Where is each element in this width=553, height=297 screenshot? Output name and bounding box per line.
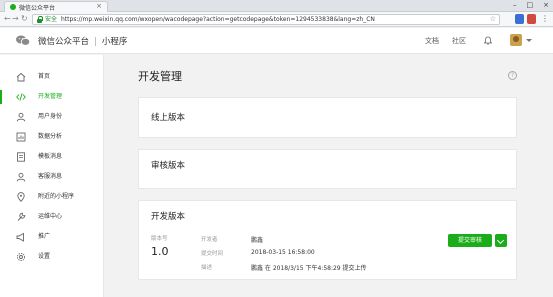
tab-close-icon[interactable]: ×	[96, 2, 102, 10]
description-value: 鹏鑫 在 2018/3/15 下午4:58:29 提交上传	[251, 265, 367, 272]
dev-version-card: 开发版本 版本号 1.0 开发者 鹏鑫 提交时间 2018-03-15 16:5…	[138, 200, 517, 280]
close-window-button[interactable]: ×	[543, 0, 549, 12]
extension-icon[interactable]	[515, 14, 524, 24]
maximize-button[interactable]: □	[527, 0, 534, 12]
sidebar-item-dev-manage[interactable]: 开发管理	[0, 87, 103, 107]
megaphone-icon	[16, 232, 24, 242]
url-input[interactable]: 安全 https://mp.weixin.qq.com/wxopen/wacod…	[32, 14, 500, 25]
sidebar-item-ops-center[interactable]: 运维中心	[0, 207, 103, 227]
bell-icon[interactable]	[484, 36, 492, 45]
lock-icon	[37, 16, 43, 23]
service-icon	[16, 172, 26, 182]
page-title: 开发管理	[138, 70, 182, 83]
avatar[interactable]	[510, 34, 522, 46]
sidebar-item-settings[interactable]: 设置	[0, 247, 103, 267]
card-title: 开发版本	[151, 212, 186, 222]
minimize-button[interactable]: –	[513, 0, 517, 12]
url-text[interactable]: https://mp.weixin.qq.com/wxopen/wacodepa…	[61, 15, 375, 24]
submit-review-button[interactable]: 提交审核	[448, 234, 492, 247]
online-version-card: 线上版本	[138, 97, 517, 138]
sidebar-item-promotion[interactable]: 推广	[0, 227, 103, 247]
reload-icon[interactable]: ↻	[21, 14, 28, 24]
card-title: 审核版本	[151, 161, 186, 171]
location-icon	[17, 192, 25, 202]
brand-title[interactable]: 微信公众平台 | 小程序	[38, 35, 127, 47]
help-icon[interactable]: ?	[508, 71, 517, 80]
product-name: 小程序	[101, 37, 128, 47]
wrench-icon	[17, 212, 26, 221]
version-number: 1.0	[151, 245, 169, 258]
developer-value: 鹏鑫	[251, 237, 264, 244]
sidebar-item-home[interactable]: 首页	[0, 67, 103, 87]
developer-label: 开发者	[201, 237, 218, 243]
back-icon[interactable]: ←	[4, 14, 11, 24]
wechat-logo-icon	[16, 35, 30, 46]
sidebar-item-label: 开发管理	[38, 93, 63, 100]
sidebar-item-label: 推广	[38, 233, 51, 240]
version-label: 版本号	[151, 236, 168, 242]
review-version-card: 审核版本	[138, 149, 517, 189]
sidebar-item-label: 首页	[38, 73, 51, 80]
sidebar: 首页 开发管理 用户身份 数据分析 模板消息 客服消息 附近的小程序 运维中心 …	[0, 55, 104, 297]
sidebar-item-label: 用户身份	[38, 113, 63, 120]
secure-label: 安全	[45, 16, 58, 23]
extension-icon[interactable]	[527, 14, 536, 24]
card-title: 线上版本	[151, 113, 186, 123]
sidebar-item-label: 数据分析	[38, 133, 63, 140]
address-bar-row: ← → ↻ 安全 https://mp.weixin.qq.com/wxopen…	[0, 12, 553, 27]
bookmark-star-icon[interactable]: ☆	[490, 15, 496, 24]
browser-tab-bar: 微信公众平台 × – □ ×	[0, 0, 553, 12]
sidebar-item-label: 客服消息	[38, 173, 63, 180]
chart-icon	[16, 132, 26, 142]
sidebar-item-customer-service[interactable]: 客服消息	[0, 167, 103, 187]
page-header: 微信公众平台 | 小程序 文档 社区	[0, 28, 553, 54]
brand-separator: |	[94, 37, 97, 47]
sidebar-item-analytics[interactable]: 数据分析	[0, 127, 103, 147]
caret-down-icon[interactable]	[526, 39, 532, 42]
sidebar-item-label: 模板消息	[38, 153, 63, 160]
window-controls: – □ ×	[513, 0, 549, 12]
menu-icon[interactable]: ⋮	[541, 14, 549, 24]
browser-tab[interactable]: 微信公众平台 ×	[4, 1, 108, 12]
more-options-dropdown-button[interactable]	[495, 234, 507, 247]
sidebar-item-template-msg[interactable]: 模板消息	[0, 147, 103, 167]
sidebar-item-user-identity[interactable]: 用户身份	[0, 107, 103, 127]
gear-icon	[16, 252, 26, 262]
community-link[interactable]: 社区	[452, 36, 466, 46]
submit-time-value: 2018-03-15 16:58:00	[251, 249, 315, 256]
code-icon	[16, 93, 26, 101]
docs-link[interactable]: 文档	[425, 36, 439, 46]
home-icon	[16, 72, 26, 82]
sidebar-item-nearby[interactable]: 附近的小程序	[0, 187, 103, 207]
user-icon	[16, 112, 26, 122]
forward-icon[interactable]: →	[12, 14, 19, 24]
template-icon	[17, 152, 25, 162]
submit-time-label: 提交时间	[201, 251, 224, 257]
sidebar-item-label: 附近的小程序	[38, 193, 75, 200]
tab-title: 微信公众平台	[19, 5, 56, 12]
sidebar-item-label: 运维中心	[38, 213, 63, 220]
sidebar-item-label: 设置	[38, 253, 51, 260]
wechat-favicon-icon	[10, 4, 16, 10]
platform-name: 微信公众平台	[38, 37, 90, 47]
description-label: 描述	[201, 265, 213, 271]
